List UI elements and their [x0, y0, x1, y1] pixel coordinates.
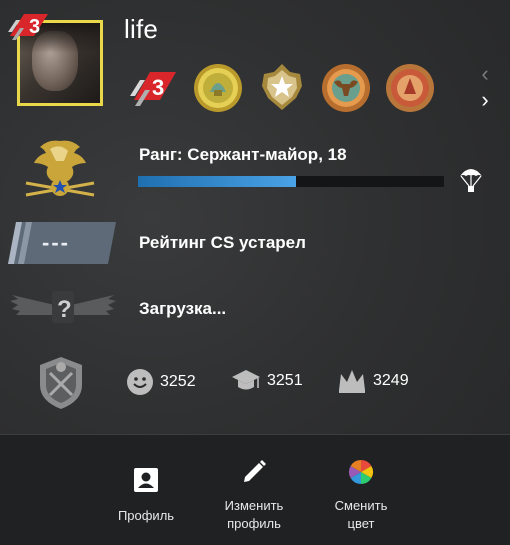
gold-coin-medal-icon[interactable]	[192, 62, 244, 114]
bull-coin-medal-icon[interactable]	[320, 62, 372, 114]
star-crest-medal-icon[interactable]	[256, 62, 308, 114]
edit-profile-label: Изменить профиль	[224, 498, 284, 531]
profile-button[interactable]: Профиль	[96, 435, 196, 545]
wingman-loading-text: Загрузка...	[139, 299, 227, 318]
chevron-left-icon[interactable]: ‹	[478, 63, 492, 85]
commend-teacher: 3251	[231, 368, 303, 394]
xp-progress-fill	[138, 176, 296, 187]
rank-eagle-icon	[25, 140, 95, 197]
crown-icon	[339, 370, 365, 393]
smiley-icon	[127, 369, 153, 395]
level-3-medal-icon[interactable]: 3	[128, 62, 180, 114]
svg-text:?: ?	[57, 296, 72, 323]
medal-showcase: 3	[128, 62, 436, 116]
svg-text:3: 3	[29, 16, 40, 38]
rank-label: Ранг: Сержант-майор, 18	[139, 145, 347, 164]
wingman-rank-icon: ?	[10, 291, 116, 323]
color-wheel-icon	[348, 460, 374, 484]
change-color-button[interactable]: Сменить цвет	[311, 435, 411, 545]
rating-badge-icon: ---	[8, 222, 116, 264]
service-medal-icon	[40, 357, 82, 409]
footer-toolbar: Профиль Изменить профиль Сменить цвет	[0, 434, 510, 545]
parachute-icon[interactable]	[458, 164, 484, 194]
commend-friendly-count: 3252	[160, 373, 196, 390]
svg-text:3: 3	[152, 75, 164, 100]
edit-profile-button[interactable]: Изменить профиль	[204, 435, 304, 545]
rating-status-text: Рейтинг CS устарел	[139, 233, 306, 252]
pencil-icon	[244, 460, 266, 482]
commend-leader-count: 3249	[373, 372, 409, 389]
profile-button-label: Профиль	[117, 508, 175, 523]
chevron-right-icon[interactable]: ›	[478, 89, 492, 111]
xp-progress-bar	[138, 176, 444, 187]
change-color-label: Сменить цвет	[334, 498, 388, 531]
commend-friendly: 3252	[126, 368, 196, 396]
commend-leader: 3249	[337, 368, 409, 394]
profile-card-icon	[134, 468, 158, 492]
level-badge-icon: 3	[8, 14, 48, 40]
username: life	[124, 14, 159, 44]
graduation-cap-icon	[232, 370, 260, 390]
commend-teacher-count: 3251	[267, 372, 303, 389]
red-gold-coin-medal-icon[interactable]	[384, 62, 436, 114]
profile-panel: 3 life 3 ‹ › Ранг: Сержант-майор, 18 ---…	[0, 0, 510, 545]
svg-text:---: ---	[42, 230, 70, 255]
